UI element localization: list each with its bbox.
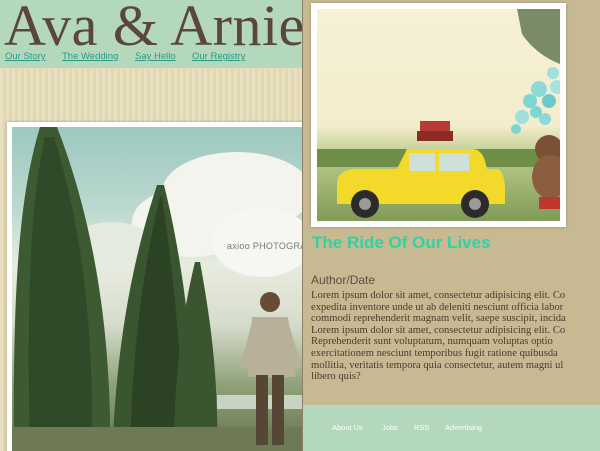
footer-link-advertising[interactable]: Advertising [445, 423, 482, 432]
post-photo-frame [311, 3, 566, 227]
nav-link-our-story[interactable]: Our Story [5, 51, 46, 62]
post-author-date: Author/Date [311, 273, 376, 287]
cypress-trees-illustration [12, 127, 302, 451]
left-page-panel: Ava & Arnie Our Story The Wedding Say He… [0, 0, 302, 451]
post-title[interactable]: The Ride Of Our Lives [312, 233, 491, 253]
site-footer: About Us Jobs RSS Advertising [303, 405, 600, 451]
post-body-line: expedita inventore unde ut ab deleniti n… [311, 301, 564, 313]
post-body-line: mollitia, veritatis tempora quia consect… [311, 359, 564, 371]
nav-link-our-registry[interactable]: Our Registry [192, 51, 245, 62]
hero-photo-couple-trees: axioo PHOTOGRA [12, 127, 302, 451]
nav-link-say-hello[interactable]: Say Hello [135, 51, 176, 62]
photo-watermark: axioo PHOTOGRA [227, 241, 302, 251]
nav-link-the-wedding[interactable]: The Wedding [62, 51, 118, 62]
post-body-text: Lorem ipsum dolor sit amet, consectetur … [311, 290, 600, 383]
hero-photo-frame: axioo PHOTOGRA [7, 122, 302, 451]
post-body-line: exercitationem nesciunt temporibus fugit… [311, 347, 558, 359]
car-scene-illustration [317, 9, 560, 218]
post-photo-yellow-car [317, 9, 560, 221]
right-post-panel: The Ride Of Our Lives Author/Date Lorem … [303, 0, 600, 451]
footer-link-jobs[interactable]: Jobs [382, 423, 398, 432]
post-body-line: Lorem ipsum dolor sit amet, consectetur … [311, 324, 566, 336]
post-body-line: Lorem ipsum dolor sit amet, consectetur … [311, 290, 566, 301]
post-body-line: commodi reprehenderit magnam velit, saep… [311, 313, 566, 325]
post-body-line: libero quis? [311, 371, 361, 383]
footer-link-rss[interactable]: RSS [414, 423, 429, 432]
footer-link-about-us[interactable]: About Us [332, 423, 363, 432]
site-header: Ava & Arnie Our Story The Wedding Say He… [0, 0, 302, 68]
post-body-line: Reprehenderit sunt voluptatum, numquam v… [311, 336, 553, 348]
